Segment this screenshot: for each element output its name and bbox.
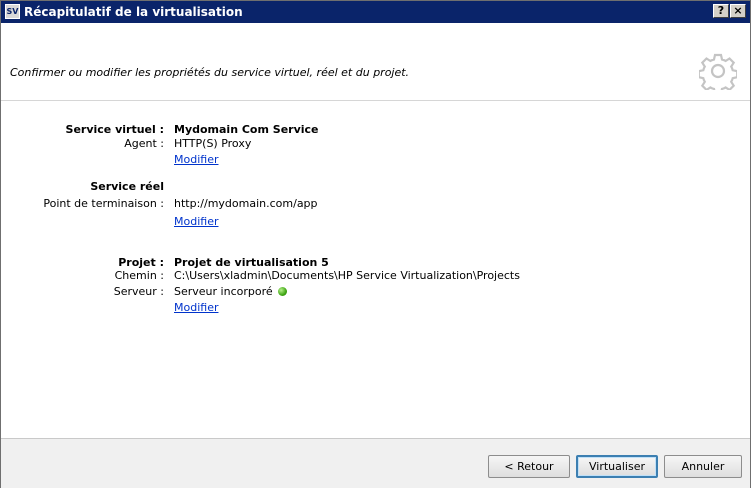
window-title: Récapitulatif de la virtualisation	[24, 5, 243, 19]
virtualization-summary-dialog: SV Récapitulatif de la virtualisation ? …	[0, 0, 751, 488]
button-bar: < Retour Virtualiser Annuler	[1, 438, 750, 488]
title-bar[interactable]: SV Récapitulatif de la virtualisation ? …	[1, 1, 750, 23]
back-button[interactable]: < Retour	[488, 455, 570, 478]
server-label: Serveur :	[113, 285, 164, 298]
modify-project-link[interactable]: Modifier	[174, 301, 218, 314]
endpoint-label: Point de terminaison :	[43, 197, 164, 210]
agent-label: Agent :	[124, 137, 164, 150]
virtual-service-label: Service virtuel :	[65, 123, 164, 136]
agent-value: HTTP(S) Proxy	[174, 137, 252, 150]
virtual-service-name: Mydomain Com Service	[174, 123, 319, 136]
instruction-text: Confirmer ou modifier les propriétés du …	[10, 66, 410, 79]
server-value-row: Serveur incorporé	[174, 284, 287, 299]
server-value: Serveur incorporé	[174, 285, 273, 298]
close-button[interactable]: ×	[730, 4, 746, 18]
endpoint-value: http://mydomain.com/app	[174, 197, 318, 210]
real-service-label: Service réel	[90, 180, 164, 193]
header-panel: Confirmer ou modifier les propriétés du …	[1, 23, 750, 101]
server-status-icon	[277, 287, 287, 296]
cancel-button[interactable]: Annuler	[664, 455, 742, 478]
path-label: Chemin :	[114, 269, 164, 282]
modify-virtual-service-link[interactable]: Modifier	[174, 153, 218, 166]
help-button[interactable]: ?	[713, 4, 729, 18]
virtualize-button[interactable]: Virtualiser	[576, 455, 658, 478]
app-icon: SV	[5, 4, 20, 19]
gear-icon	[699, 53, 737, 90]
summary-content: Service virtuel : Mydomain Com Service A…	[1, 101, 750, 436]
modify-real-service-link[interactable]: Modifier	[174, 215, 218, 228]
path-value: C:\Users\xladmin\Documents\HP Service Vi…	[174, 269, 520, 282]
